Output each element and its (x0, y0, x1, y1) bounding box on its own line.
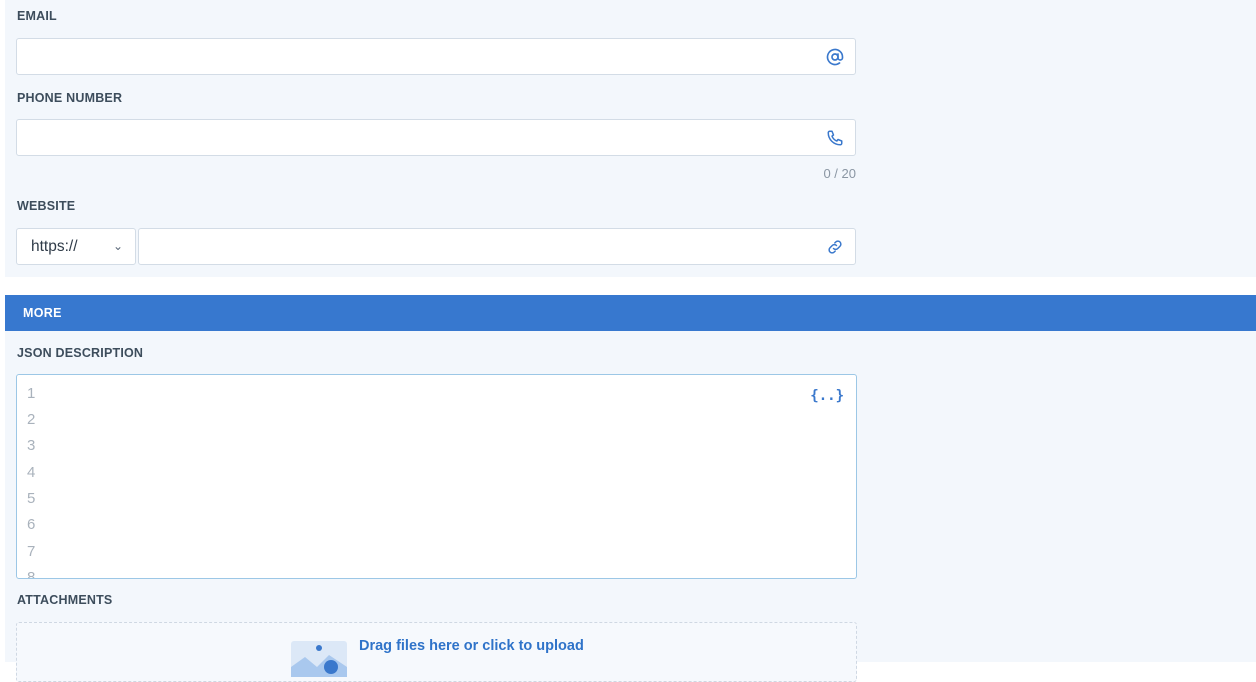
phone-label: PHONE NUMBER (17, 91, 123, 105)
json-description-label: JSON DESCRIPTION (17, 346, 144, 360)
upload-dropzone[interactable]: Drag files here or click to upload (16, 622, 857, 682)
phone-field[interactable] (16, 119, 856, 156)
at-icon (825, 47, 845, 67)
phone-char-counter: 0 / 20 (823, 166, 856, 181)
chevron-down-icon: ⌄ (112, 239, 123, 253)
line-number: 2 (27, 411, 36, 428)
line-number: 8 (27, 569, 36, 579)
section-header-more[interactable]: MORE (5, 295, 1256, 331)
attachments-label: ATTACHMENTS (17, 593, 113, 607)
json-editor[interactable]: 1 2 3 4 5 6 7 8 {..} (16, 374, 857, 579)
protocol-select[interactable]: https:// ⌄ (16, 228, 136, 265)
protocol-select-value: https:// (31, 237, 78, 255)
email-field[interactable] (16, 38, 856, 75)
upload-prompt[interactable]: Drag files here or click to upload (359, 638, 584, 654)
website-field[interactable] (138, 228, 856, 265)
line-number: 1 (27, 385, 36, 402)
image-upload-icon (291, 637, 347, 682)
line-number: 6 (27, 516, 36, 533)
line-number: 3 (27, 437, 36, 454)
line-number: 7 (27, 543, 36, 560)
email-label: EMAIL (17, 9, 57, 23)
phone-icon (825, 128, 845, 148)
json-format-icon[interactable]: {..} (810, 388, 844, 404)
line-number: 4 (27, 464, 36, 481)
line-number: 5 (27, 490, 36, 507)
website-label: WEBSITE (17, 199, 76, 213)
link-icon (825, 237, 845, 257)
